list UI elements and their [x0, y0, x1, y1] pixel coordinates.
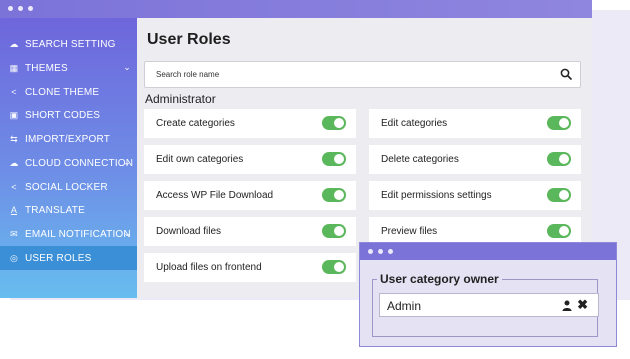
chevron-down-icon[interactable]: ⌄: [123, 62, 131, 73]
sidebar-item-themes[interactable]: ▦ THEMES ⌄: [0, 56, 137, 80]
window-dot-icon[interactable]: [28, 6, 33, 11]
search-icon[interactable]: [560, 68, 572, 80]
sidebar-item-label: USER ROLES: [25, 252, 92, 264]
window-controls: [8, 6, 33, 11]
toggle-knob: [559, 118, 569, 128]
sidebar-item-clone-theme[interactable]: < CLONE THEME: [0, 80, 137, 104]
permission-label: Access WP File Download: [156, 190, 274, 201]
permission-toggle[interactable]: [322, 188, 346, 202]
permission-label: Delete categories: [381, 154, 459, 165]
sidebar-item-cloud-connection[interactable]: ☁ CLOUD CONNECTION ⌄: [0, 151, 137, 175]
sidebar-item-user-roles[interactable]: ◎ USER ROLES: [0, 246, 137, 270]
grid-icon: ▦: [9, 62, 19, 73]
permission-toggle[interactable]: [547, 152, 571, 166]
share-icon: <: [11, 87, 17, 97]
sidebar-item-label: EMAIL NOTIFICATION: [25, 228, 131, 240]
cloud-icon: ☁: [9, 157, 19, 168]
window-dot-icon[interactable]: [8, 6, 13, 11]
cloud-icon: ☁: [9, 38, 19, 49]
briefcase-icon: ▣: [9, 109, 19, 120]
chevron-down-icon[interactable]: ⌄: [123, 228, 131, 239]
sidebar-item-email-notification[interactable]: ✉ EMAIL NOTIFICATION ⌄: [0, 222, 137, 246]
sidebar-item-label: SHORT CODES: [25, 109, 101, 121]
toggle-knob: [334, 118, 344, 128]
search-input[interactable]: [145, 62, 545, 87]
permission-toggle[interactable]: [322, 260, 346, 274]
app-stage: ☁ SEARCH SETTING ▦ THEMES ⌄ < CLONE THEME ▣ S…: [0, 0, 630, 359]
permission-row: Download files: [144, 217, 356, 246]
sidebar-item-label: THEMES: [25, 62, 68, 74]
transfer-icon: ⇆: [10, 133, 18, 144]
permission-row: Upload files on frontend: [144, 253, 356, 282]
permission-row: Edit categories: [369, 109, 581, 138]
toggle-knob: [334, 190, 344, 200]
permission-toggle[interactable]: [547, 188, 571, 202]
toggle-knob: [334, 154, 344, 164]
permission-toggle[interactable]: [547, 224, 571, 238]
sidebar-item-label: CLONE THEME: [25, 86, 100, 98]
sidebar-item-label: CLOUD CONNECTION: [25, 157, 134, 169]
permission-label: Preview files: [381, 226, 438, 237]
sidebar-item-import-export[interactable]: ⇆ IMPORT/EXPORT: [0, 127, 137, 151]
text-icon: A: [10, 205, 18, 215]
owner-value: Admin: [387, 299, 422, 313]
clear-icon[interactable]: ✖: [577, 297, 588, 313]
permission-label: Edit permissions settings: [381, 190, 492, 201]
page-title: User Roles: [147, 31, 231, 48]
mail-icon: ✉: [10, 228, 18, 239]
toggle-knob: [334, 262, 344, 272]
search-box: [144, 61, 581, 88]
permission-toggle[interactable]: [322, 152, 346, 166]
sidebar-item-social-locker[interactable]: < SOCIAL LOCKER: [0, 175, 137, 199]
owner-legend: User category owner: [377, 272, 502, 286]
window-dot-icon[interactable]: [388, 249, 393, 254]
user-icon[interactable]: [562, 300, 572, 311]
permission-label: Upload files on frontend: [156, 262, 262, 273]
toggle-knob: [559, 154, 569, 164]
owner-field[interactable]: Admin ✖: [379, 293, 599, 317]
category-owner-popup: User category owner Admin ✖: [359, 242, 617, 347]
window-dot-icon[interactable]: [368, 249, 373, 254]
permission-row: Delete categories: [369, 145, 581, 174]
permission-row: Access WP File Download: [144, 181, 356, 210]
permission-row: Create categories: [144, 109, 356, 138]
window-dot-icon[interactable]: [18, 6, 23, 11]
permission-toggle[interactable]: [322, 116, 346, 130]
permission-row: Edit permissions settings: [369, 181, 581, 210]
sidebar-item-short-codes[interactable]: ▣ SHORT CODES: [0, 103, 137, 127]
role-section-title: Administrator: [145, 92, 216, 106]
sidebar-item-label: IMPORT/EXPORT: [25, 133, 111, 145]
sidebar-item-label: SEARCH SETTING: [25, 38, 116, 50]
sidebar-item-label: TRANSLATE: [25, 204, 85, 216]
permission-toggle[interactable]: [322, 224, 346, 238]
permission-row: Edit own categories: [144, 145, 356, 174]
share-icon: <: [11, 182, 17, 192]
sidebar-item-translate[interactable]: A TRANSLATE: [0, 198, 137, 222]
toggle-knob: [334, 226, 344, 236]
permission-label: Edit categories: [381, 118, 448, 129]
permission-label: Create categories: [156, 118, 235, 129]
user-circle-icon: ◎: [9, 252, 19, 263]
popup-titlebar: [360, 243, 616, 260]
permission-label: Edit own categories: [156, 154, 244, 165]
toggle-knob: [559, 190, 569, 200]
sidebar-item-search-setting[interactable]: ☁ SEARCH SETTING: [0, 32, 137, 56]
window-dot-icon[interactable]: [378, 249, 383, 254]
permission-toggle[interactable]: [547, 116, 571, 130]
sidebar: ☁ SEARCH SETTING ▦ THEMES ⌄ < CLONE THEME ▣ S…: [0, 18, 137, 298]
toggle-knob: [559, 226, 569, 236]
chevron-down-icon[interactable]: ⌄: [123, 157, 131, 168]
permission-label: Download files: [156, 226, 222, 237]
sidebar-item-label: SOCIAL LOCKER: [25, 181, 108, 193]
window-titlebar: [0, 0, 592, 18]
window-controls: [368, 249, 393, 254]
